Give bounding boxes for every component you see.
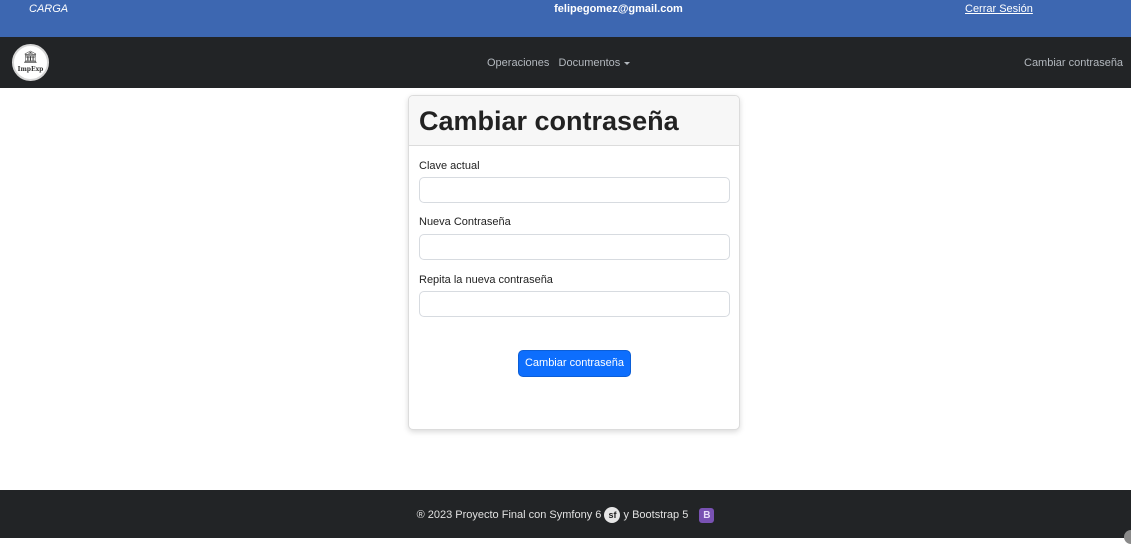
top-bar: CARGA felipegomez@gmail.com Cerrar Sesió… — [0, 0, 1131, 37]
corner-indicator-icon — [1124, 530, 1131, 544]
main-navbar: 🏛︎ ImpExp Operaciones Documentos Cambiar… — [0, 37, 1131, 88]
repeat-password-input[interactable] — [419, 291, 730, 317]
new-password-input[interactable] — [419, 234, 730, 260]
current-password-label: Clave actual — [419, 160, 480, 172]
bank-icon: 🏛︎ — [22, 50, 39, 64]
footer-text: ® 2023 Proyecto Final con Symfony 6 — [416, 508, 602, 521]
nav-item-documentos[interactable]: Documentos — [559, 57, 631, 69]
nav-menu: Operaciones Documentos — [487, 57, 631, 69]
nav-item-documentos-label: Documentos — [558, 57, 621, 69]
change-password-card: Cambiar contraseña Clave actual Nueva Co… — [408, 95, 740, 430]
logo-text: ImpExp — [17, 66, 44, 73]
change-password-button[interactable]: Cambiar contraseña — [518, 350, 631, 377]
new-password-label: Nueva Contraseña — [419, 216, 511, 228]
nav-item-operaciones[interactable]: Operaciones — [487, 57, 549, 69]
footer-credits: ® 2023 Proyecto Final con Symfony 6 sf y… — [0, 507, 1131, 523]
card-header: Cambiar contraseña — [409, 96, 739, 146]
footer-text-2: y Bootstrap 5 — [623, 508, 689, 521]
page-title: Cambiar contraseña — [419, 106, 679, 136]
nav-change-password[interactable]: Cambiar contraseña — [1024, 57, 1123, 69]
current-password-input[interactable] — [419, 177, 730, 203]
logo[interactable]: 🏛︎ ImpExp — [12, 44, 49, 81]
caret-down-icon — [624, 61, 631, 65]
bootstrap-icon: B — [699, 507, 715, 523]
user-email: felipegomez@gmail.com — [554, 3, 683, 15]
footer: ® 2023 Proyecto Final con Symfony 6 sf y… — [0, 490, 1131, 538]
logout-link[interactable]: Cerrar Sesión — [965, 3, 1033, 15]
symfony-icon: sf — [604, 507, 621, 523]
repeat-password-label: Repita la nueva contraseña — [419, 274, 553, 286]
